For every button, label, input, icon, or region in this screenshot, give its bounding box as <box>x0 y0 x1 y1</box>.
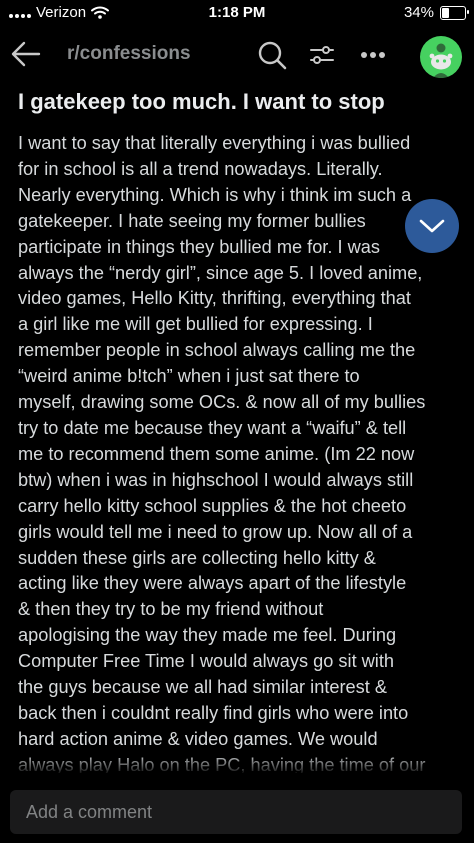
post-body: I want to say that literally everything … <box>18 131 468 773</box>
chevron-down-icon <box>419 219 445 233</box>
more-options-button[interactable] <box>356 38 390 72</box>
post-body-line: try to date me because they want a “waif… <box>18 417 407 438</box>
battery-level <box>442 7 450 18</box>
post-body-line: btw) when i was in highschool I would al… <box>18 469 414 490</box>
post-body-line: acting like they were always apart of th… <box>18 573 407 594</box>
post-body-line: “weird anime b!tch” when i just sat ther… <box>18 366 360 387</box>
sort-icon <box>310 46 334 64</box>
status-bar: Verizon 1:18 PM 34% <box>0 0 474 28</box>
post-title: I gatekeep too much. I want to stop <box>18 89 385 114</box>
post-body-line: apologising the way they made me feel. D… <box>18 625 397 646</box>
post-body-line: gatekeeper. I hate seeing my former bull… <box>18 210 366 231</box>
post-body-line: a girl like me will get bullied for expr… <box>18 314 373 335</box>
status-right: 34% <box>403 4 469 21</box>
post-body-line: carry hello kitty school supplies & the … <box>18 495 407 516</box>
post-body-line: the guys because we all had similar inte… <box>18 677 387 698</box>
post-body-line: back then i couldnt really find girls wh… <box>18 702 409 723</box>
clock: 1:18 PM <box>208 4 266 21</box>
post-body-line: always the “nerdy girl”, since age 5. I … <box>18 262 423 283</box>
post-body-line: video games, Hello Kitty, thrifting, eve… <box>18 288 411 309</box>
snoo-avatar-icon <box>429 43 453 78</box>
post-body-line: sudden these girls are collecting hello … <box>18 547 376 568</box>
post-body-line: girls would tell me i need to grow up. N… <box>18 521 413 542</box>
post-body-line: myself, drawing some OCs. & now all of m… <box>18 392 426 413</box>
post-body-line: Nearly everything. Which is why i think … <box>18 184 412 205</box>
arrow-left-icon <box>11 41 41 67</box>
post-body-line: I want to say that literally everything … <box>18 133 411 153</box>
search-icon <box>258 41 287 70</box>
post-body-line: participate in things they bullied me fo… <box>18 236 380 257</box>
battery-percent: 34% <box>403 4 434 21</box>
community-name[interactable]: r/confessions <box>67 43 191 65</box>
comment-bar: Add a comment <box>0 776 474 843</box>
battery-icon <box>440 5 469 20</box>
post-body-line: hard action anime & video games. We woul… <box>18 728 378 749</box>
post-body-line: always play Halo on the PC, having the t… <box>18 754 426 773</box>
sort-button[interactable] <box>305 38 339 72</box>
post-body-line: me to recommend them some anime. (Im 22 … <box>18 443 415 464</box>
post-body-line: Computer Free Time I would always go sit… <box>18 651 395 672</box>
post-body-line: for in school is all a trend nowadays. L… <box>18 158 383 179</box>
more-horizontal-icon <box>361 52 385 58</box>
search-button[interactable] <box>255 38 289 72</box>
comment-input[interactable]: Add a comment <box>10 790 462 834</box>
post-header: r/confessions <box>0 28 474 80</box>
post-body-line: & then they try to be my friend without <box>18 599 324 620</box>
collapse-button[interactable] <box>405 199 459 253</box>
back-button[interactable] <box>8 38 44 70</box>
user-avatar[interactable] <box>420 36 462 78</box>
post-body-line: remember people in school always calling… <box>18 340 416 361</box>
